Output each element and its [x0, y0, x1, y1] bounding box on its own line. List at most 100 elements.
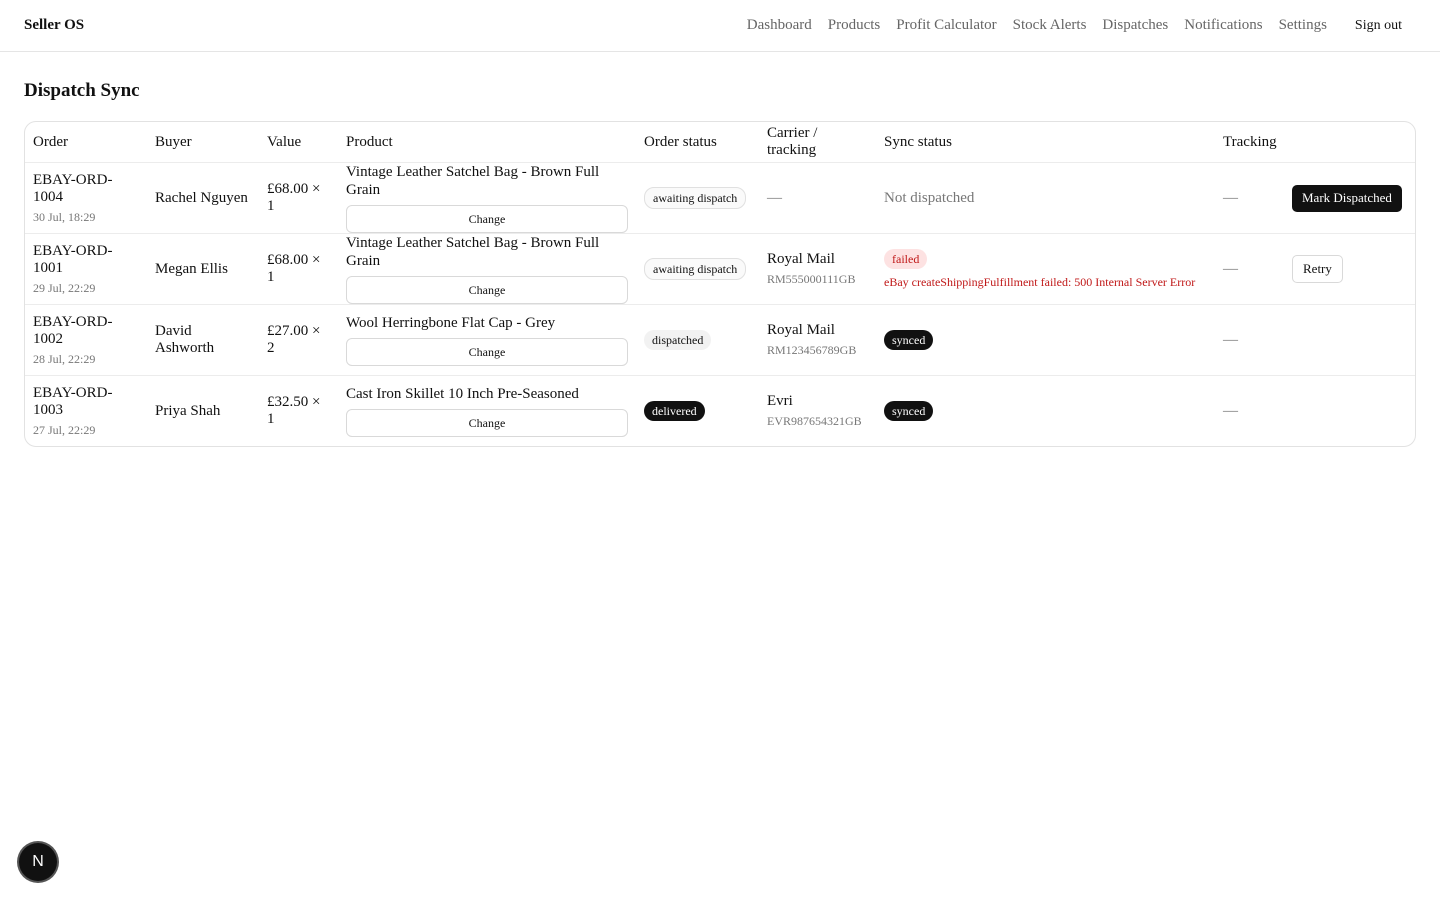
table-header-row: Order Buyer Value Product Order status C…: [25, 122, 1415, 163]
change-product-button[interactable]: Change: [346, 276, 628, 304]
order-id: EBAY-ORD-1001: [33, 242, 113, 276]
product-cell: Wool Herringbone Flat Cap - Grey Change: [338, 304, 636, 376]
sync-status-cell: synced: [876, 375, 1215, 446]
nav-dashboard[interactable]: Dashboard: [747, 17, 812, 34]
table-row: EBAY-ORD-1001 29 Jul, 22:29 Megan Ellis …: [25, 233, 1415, 305]
retry-button[interactable]: Retry: [1292, 255, 1343, 283]
nextjs-logo-icon: N: [32, 853, 44, 870]
nav-profit-calculator[interactable]: Profit Calculator: [896, 17, 996, 34]
nav-settings[interactable]: Settings: [1279, 17, 1327, 34]
order-status-cell: awaiting dispatch: [636, 162, 759, 234]
order-value: £68.00 × 1: [259, 233, 338, 305]
tracking-value: —: [1215, 162, 1284, 234]
nav-stock-alerts[interactable]: Stock Alerts: [1013, 17, 1087, 34]
carrier-cell: Royal Mail RM123456789GB: [759, 304, 876, 376]
product-name: Vintage Leather Satchel Bag - Brown Full…: [346, 235, 600, 269]
nav-dispatches[interactable]: Dispatches: [1102, 17, 1168, 34]
change-product-button[interactable]: Change: [346, 205, 628, 233]
order-id: EBAY-ORD-1002: [33, 313, 113, 347]
order-date: 29 Jul, 22:29: [33, 280, 96, 295]
table-row: EBAY-ORD-1004 30 Jul, 18:29 Rachel Nguye…: [25, 162, 1415, 234]
tracking-number: RM123456789GB: [767, 343, 857, 357]
carrier-cell: —: [759, 162, 876, 234]
brand-logo[interactable]: Seller OS: [24, 17, 84, 34]
mark-dispatched-button[interactable]: Mark Dispatched: [1292, 184, 1402, 212]
order-value: £27.00 × 2: [259, 304, 338, 376]
nav-products[interactable]: Products: [828, 17, 881, 34]
carrier-name: —: [767, 189, 782, 206]
action-cell: Retry: [1284, 233, 1415, 305]
sign-out-button[interactable]: Sign out: [1355, 18, 1402, 34]
nextjs-dev-indicator[interactable]: N: [19, 843, 57, 881]
sync-status-cell: synced: [876, 304, 1215, 376]
buyer-name: Priya Shah: [147, 375, 259, 446]
carrier-cell: Royal Mail RM555000111GB: [759, 233, 876, 305]
order-cell: EBAY-ORD-1001 29 Jul, 22:29: [25, 233, 147, 305]
carrier-name: Royal Mail: [767, 251, 835, 267]
main-nav: Dashboard Products Profit Calculator Sto…: [731, 17, 1416, 34]
tracking-value: —: [1215, 304, 1284, 376]
order-date: 28 Jul, 22:29: [33, 351, 96, 366]
col-order: Order: [33, 133, 68, 150]
col-product: Product: [346, 133, 393, 150]
action-cell: [1284, 375, 1415, 446]
sync-status-badge: failed: [884, 248, 928, 269]
order-cell: EBAY-ORD-1003 27 Jul, 22:29: [25, 375, 147, 446]
tracking-value: —: [1215, 233, 1284, 305]
order-status-badge: awaiting dispatch: [644, 258, 747, 280]
product-name: Vintage Leather Satchel Bag - Brown Full…: [346, 164, 600, 198]
order-value: £68.00 × 1: [259, 162, 338, 234]
order-id: EBAY-ORD-1003: [33, 384, 113, 418]
buyer-name: Megan Ellis: [147, 233, 259, 305]
order-status-cell: delivered: [636, 375, 759, 446]
order-date: 27 Jul, 22:29: [33, 422, 96, 437]
order-id: EBAY-ORD-1004: [33, 171, 113, 205]
col-value: Value: [267, 133, 302, 150]
order-status-badge: delivered: [644, 401, 705, 421]
table-row: EBAY-ORD-1003 27 Jul, 22:29 Priya Shah £…: [25, 375, 1415, 446]
carrier-cell: Evri EVR987654321GB: [759, 375, 876, 446]
order-status-badge: dispatched: [644, 330, 712, 350]
top-navbar: Seller OS Dashboard Products Profit Calc…: [0, 0, 1440, 52]
product-name: Wool Herringbone Flat Cap - Grey: [346, 315, 556, 331]
carrier-name: Evri: [767, 393, 793, 409]
action-cell: Mark Dispatched: [1284, 162, 1415, 234]
buyer-name: Rachel Nguyen: [147, 162, 259, 234]
carrier-name: Royal Mail: [767, 322, 835, 338]
dispatch-table: Order Buyer Value Product Order status C…: [25, 122, 1415, 446]
col-order-status: Order status: [644, 133, 717, 150]
order-cell: EBAY-ORD-1004 30 Jul, 18:29: [25, 162, 147, 234]
order-status-badge: awaiting dispatch: [644, 187, 747, 209]
sync-status-badge: synced: [884, 401, 934, 421]
col-sync-status: Sync status: [884, 133, 952, 150]
order-date: 30 Jul, 18:29: [33, 209, 96, 224]
order-status-cell: awaiting dispatch: [636, 233, 759, 305]
product-cell: Vintage Leather Satchel Bag - Brown Full…: [338, 162, 636, 234]
table-row: EBAY-ORD-1002 28 Jul, 22:29 David Ashwor…: [25, 304, 1415, 376]
sync-status-cell: failed eBay createShippingFulfillment fa…: [876, 233, 1215, 305]
product-cell: Vintage Leather Satchel Bag - Brown Full…: [338, 233, 636, 305]
tracking-value: —: [1215, 375, 1284, 446]
change-product-button[interactable]: Change: [346, 409, 628, 437]
tracking-number: EVR987654321GB: [767, 414, 862, 428]
col-buyer: Buyer: [155, 133, 192, 150]
buyer-name: David Ashworth: [147, 304, 259, 376]
sync-status-cell: Not dispatched: [876, 162, 1215, 234]
product-cell: Cast Iron Skillet 10 Inch Pre-Seasoned C…: [338, 375, 636, 446]
sync-status-text: Not dispatched: [884, 189, 975, 206]
col-actions: [1284, 122, 1415, 163]
dispatch-table-card: Order Buyer Value Product Order status C…: [24, 121, 1416, 447]
action-cell: [1284, 304, 1415, 376]
change-product-button[interactable]: Change: [346, 338, 628, 366]
order-value: £32.50 × 1: [259, 375, 338, 446]
col-tracking: Tracking: [1223, 133, 1277, 150]
col-carrier-tracking: Carrier / tracking: [767, 125, 818, 158]
order-status-cell: dispatched: [636, 304, 759, 376]
order-cell: EBAY-ORD-1002 28 Jul, 22:29: [25, 304, 147, 376]
sync-status-badge: synced: [884, 330, 934, 350]
tracking-number: RM555000111GB: [767, 272, 856, 286]
sync-error-message: eBay createShippingFulfillment failed: 5…: [884, 274, 1196, 289]
product-name: Cast Iron Skillet 10 Inch Pre-Seasoned: [346, 386, 579, 402]
page-title: Dispatch Sync: [24, 80, 140, 101]
nav-notifications[interactable]: Notifications: [1184, 17, 1262, 34]
